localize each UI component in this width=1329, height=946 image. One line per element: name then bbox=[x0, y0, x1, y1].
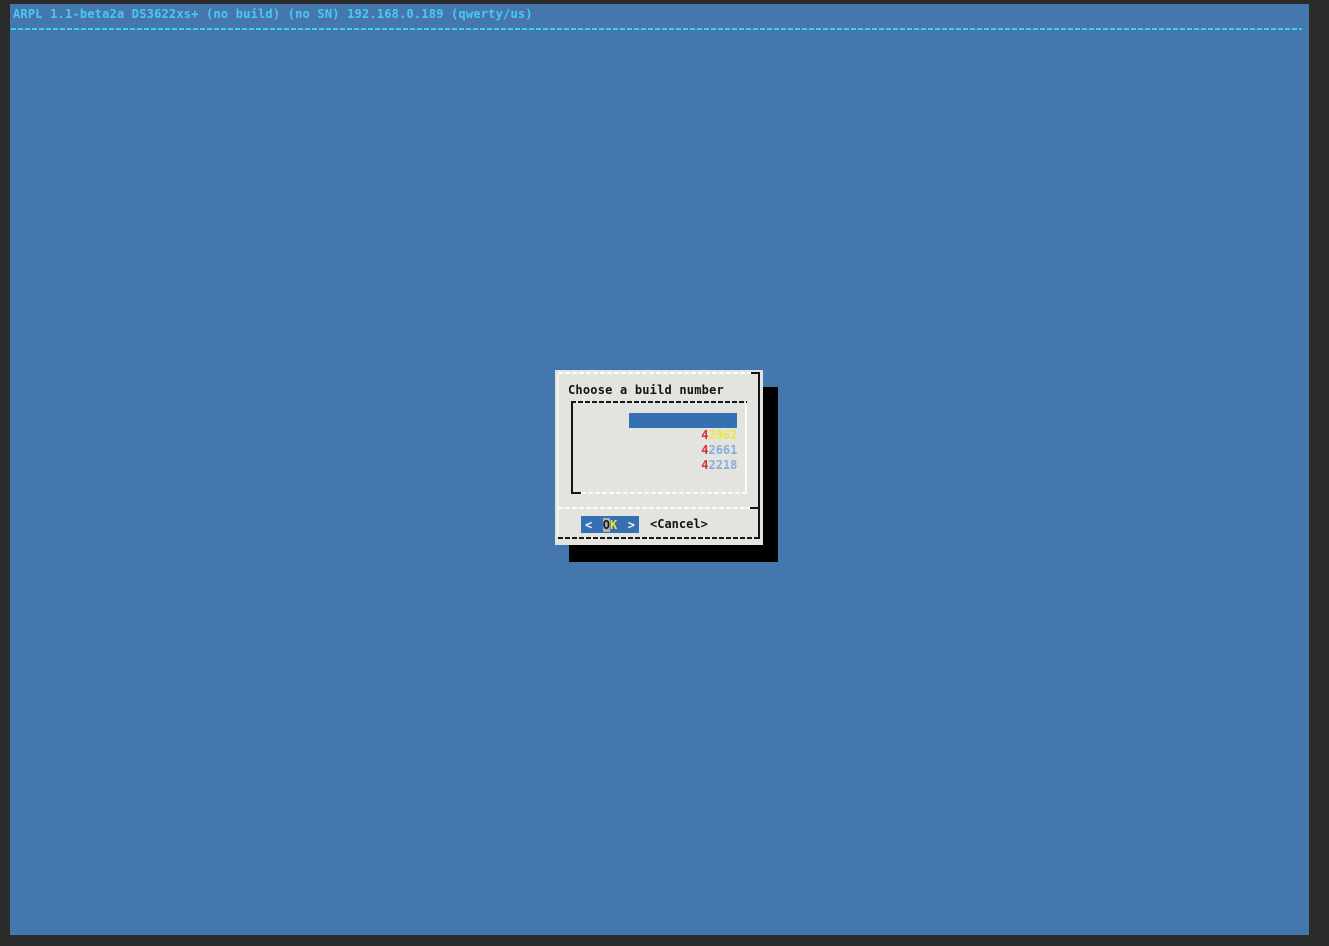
dialog-title: Choose a build number bbox=[568, 383, 724, 397]
dialog-border-corner-top-right bbox=[751, 372, 760, 384]
listbox-border-top bbox=[571, 401, 747, 403]
button-separator bbox=[558, 507, 758, 509]
listbox-border-left bbox=[571, 401, 573, 485]
menu-list: 42962 42661 42218 bbox=[629, 413, 738, 472]
ok-button-hotkey-char: K bbox=[610, 517, 618, 532]
listbox-border-corner-bottom-left bbox=[571, 485, 581, 494]
menu-item-label: 2962 bbox=[708, 428, 738, 442]
ok-button[interactable]: < OK > bbox=[581, 516, 639, 533]
menu-item[interactable]: 42962 bbox=[629, 413, 738, 442]
ok-button-left-bracket: < bbox=[585, 517, 593, 532]
menu-listbox: 42962 42661 42218 bbox=[571, 401, 747, 494]
dialog-border-bottom bbox=[558, 537, 758, 539]
backtitle-text: ARPL 1.1-beta2a DS3622xs+ (no build) (no… bbox=[13, 7, 533, 21]
ok-button-cursor-char: O bbox=[602, 517, 610, 532]
menu-item-label: 2661 bbox=[708, 443, 738, 457]
cancel-button[interactable]: <Cancel> bbox=[650, 516, 708, 533]
build-number-dialog: Choose a build number 42962 42661 42218 bbox=[555, 370, 763, 545]
menu-item-label: 2218 bbox=[708, 458, 738, 472]
terminal-screen: ARPL 1.1-beta2a DS3622xs+ (no build) (no… bbox=[10, 4, 1309, 935]
ok-button-right-bracket: > bbox=[627, 517, 635, 532]
backtitle-underline bbox=[11, 28, 1302, 30]
dialog-border-right bbox=[758, 384, 760, 539]
listbox-border-bottom bbox=[581, 492, 747, 494]
listbox-border-right bbox=[745, 403, 747, 492]
button-separator-right-tick bbox=[750, 507, 760, 509]
dialog-border-top bbox=[558, 372, 753, 374]
dialog-border-left bbox=[557, 374, 559, 537]
